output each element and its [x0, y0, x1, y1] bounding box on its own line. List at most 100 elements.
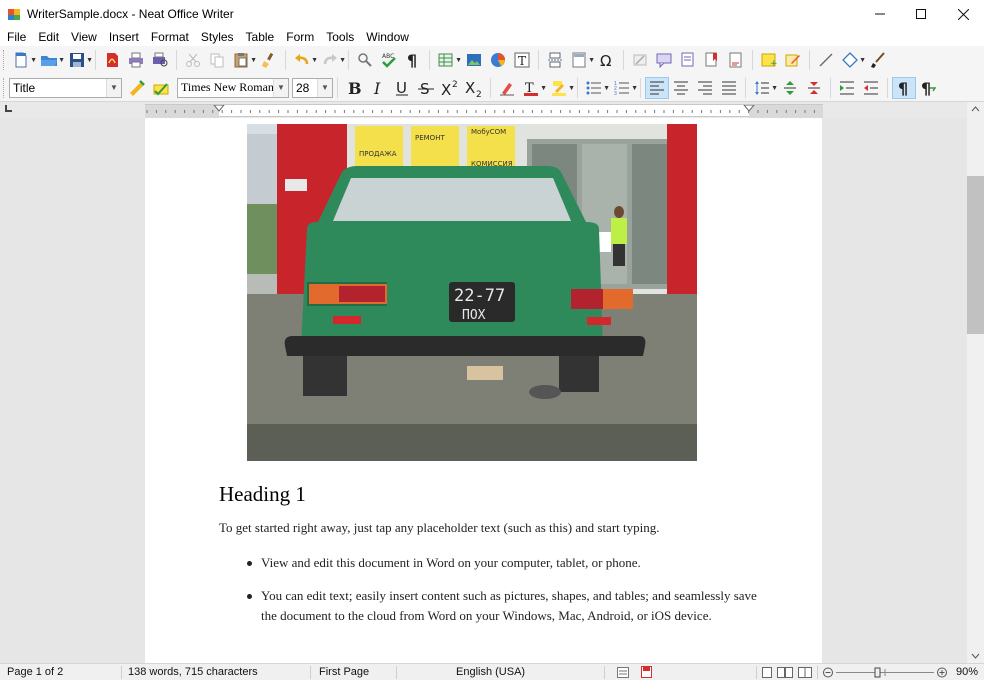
increase-indent-button[interactable]	[835, 77, 859, 99]
open-button[interactable]: ▼	[37, 49, 65, 71]
scroll-down-icon[interactable]	[967, 649, 984, 663]
numbering-button[interactable]: 1 2 3 ▼	[610, 77, 638, 99]
word-count[interactable]: 138 words, 715 characters	[128, 666, 258, 678]
menu-format[interactable]: Format	[145, 30, 195, 44]
sticky-note-button[interactable]: +	[757, 49, 781, 71]
insert-picture-button[interactable]	[462, 49, 486, 71]
increase-spacing-button[interactable]	[778, 77, 802, 99]
format-painter-button[interactable]	[257, 49, 281, 71]
menu-file[interactable]: File	[0, 30, 32, 44]
apply-style-button[interactable]	[149, 77, 173, 99]
zoom-slider[interactable]	[822, 666, 948, 679]
paste-button[interactable]: ▼	[229, 49, 257, 71]
document-page[interactable]: ПРОДАЖА РЕМОНТ МобуСОМ КОМИССИЯ 22-77 ПО…	[145, 118, 822, 663]
menu-view[interactable]: View	[65, 30, 103, 44]
clear-formatting-button[interactable]	[495, 77, 519, 99]
align-center-button[interactable]	[669, 77, 693, 99]
strikethrough-button[interactable]: S	[414, 77, 438, 99]
decrease-spacing-button[interactable]	[802, 77, 826, 99]
style-gallery-button[interactable]	[125, 77, 149, 99]
chevron-down-icon[interactable]: ▼	[106, 78, 121, 97]
menu-edit[interactable]: Edit	[32, 30, 65, 44]
menu-window[interactable]: Window	[360, 30, 415, 44]
minimize-button[interactable]	[857, 0, 903, 28]
find-replace-button[interactable]	[353, 49, 377, 71]
menu-tools[interactable]: Tools	[320, 30, 360, 44]
tab-stop-selector-icon[interactable]	[5, 105, 12, 112]
print-preview-button[interactable]	[148, 49, 172, 71]
maximize-button[interactable]	[898, 0, 944, 28]
chevron-down-icon[interactable]: ▼	[317, 78, 332, 97]
list-item-text[interactable]: You can edit text; easily insert content…	[261, 588, 757, 623]
scrollbar-thumb[interactable]	[967, 176, 984, 334]
page-break-button[interactable]	[543, 49, 567, 71]
align-right-button[interactable]	[693, 77, 717, 99]
menu-table[interactable]: Table	[240, 30, 281, 44]
bold-button[interactable]: B	[342, 77, 366, 99]
save-button[interactable]: ▼	[65, 49, 93, 71]
car-photo[interactable]: ПРОДАЖА РЕМОНТ МобуСОМ КОМИССИЯ 22-77 ПО…	[247, 124, 697, 461]
header-footer-button[interactable]: ▼	[567, 49, 595, 71]
formatting-marks-button[interactable]: ¶	[892, 76, 916, 99]
bullets-button[interactable]: ▼	[582, 77, 610, 99]
superscript-button[interactable]: X2	[438, 77, 462, 99]
new-document-button[interactable]: ▼	[9, 49, 37, 71]
decrease-indent-button[interactable]	[859, 77, 883, 99]
font-combobox[interactable]: Times New Roman ▼	[177, 77, 289, 98]
multi-page-view-icon[interactable]	[777, 667, 793, 678]
drawing-brush-button[interactable]	[866, 49, 890, 71]
chevron-down-icon[interactable]: ▼	[273, 78, 288, 97]
undo-button[interactable]: ▼	[290, 49, 318, 71]
shapes-button[interactable]: ▼	[838, 49, 866, 71]
hyperlink-button[interactable]	[628, 49, 652, 71]
style-combobox[interactable]: Title ▼	[9, 77, 122, 98]
toolbar-grip[interactable]	[3, 50, 6, 70]
highlight-button[interactable]: ▼	[547, 77, 575, 99]
list-item-text[interactable]: View and edit this document in Word on y…	[261, 555, 641, 570]
insert-table-button[interactable]: ▼	[434, 49, 462, 71]
insert-chart-button[interactable]	[486, 49, 510, 71]
font-size-combobox[interactable]: 28 ▼	[292, 77, 333, 98]
bookmark-button[interactable]	[700, 49, 724, 71]
toolbar-grip[interactable]	[3, 77, 6, 98]
underline-button[interactable]: U	[390, 77, 414, 99]
language-indicator[interactable]: English (USA)	[456, 666, 525, 678]
draw-line-button[interactable]	[814, 49, 838, 71]
scroll-up-icon[interactable]	[967, 102, 984, 116]
list-item[interactable]: View and edit this document in Word on y…	[247, 553, 761, 573]
footnote-button[interactable]	[724, 49, 748, 71]
page-indicator[interactable]: Page 1 of 2	[7, 666, 63, 678]
align-left-button[interactable]	[645, 76, 669, 99]
close-button[interactable]	[940, 0, 984, 28]
spell-check-button[interactable]: ABC	[377, 49, 401, 71]
edit-note-button[interactable]	[781, 49, 805, 71]
justify-button[interactable]	[717, 77, 741, 99]
print-button[interactable]	[124, 49, 148, 71]
track-changes-button[interactable]	[676, 49, 700, 71]
menu-insert[interactable]: Insert	[103, 30, 145, 44]
menu-styles[interactable]: Styles	[195, 30, 240, 44]
vertical-scrollbar[interactable]	[967, 102, 984, 663]
cut-button[interactable]	[181, 49, 205, 71]
export-pdf-button[interactable]	[100, 49, 124, 71]
insert-symbol-button[interactable]: Ω	[595, 49, 619, 71]
subscript-button[interactable]: X2	[462, 77, 486, 99]
document-paragraph[interactable]: To get started right away, just tap any …	[219, 520, 779, 536]
document-heading-1[interactable]: Heading 1	[219, 482, 306, 507]
line-spacing-button[interactable]: ▼	[750, 77, 778, 99]
zoom-level[interactable]: 90%	[956, 666, 978, 678]
redo-button[interactable]: ▼	[318, 49, 346, 71]
list-item[interactable]: You can edit text; easily insert content…	[247, 586, 761, 626]
single-page-view-icon[interactable]	[762, 667, 772, 678]
selection-mode-icon[interactable]	[617, 667, 629, 678]
document-canvas[interactable]: ПРОДАЖА РЕМОНТ МобуСОМ КОМИССИЯ 22-77 ПО…	[0, 118, 967, 663]
menu-form[interactable]: Form	[280, 30, 320, 44]
page-style[interactable]: First Page	[319, 666, 369, 678]
italic-button[interactable]: I	[366, 77, 390, 99]
comment-button[interactable]	[652, 49, 676, 71]
book-view-icon[interactable]	[798, 667, 812, 678]
copy-button[interactable]	[205, 49, 229, 71]
insert-textbox-button[interactable]: T	[510, 49, 534, 71]
show-formatting-button[interactable]: ¶	[401, 49, 425, 71]
horizontal-ruler[interactable]	[145, 104, 823, 118]
